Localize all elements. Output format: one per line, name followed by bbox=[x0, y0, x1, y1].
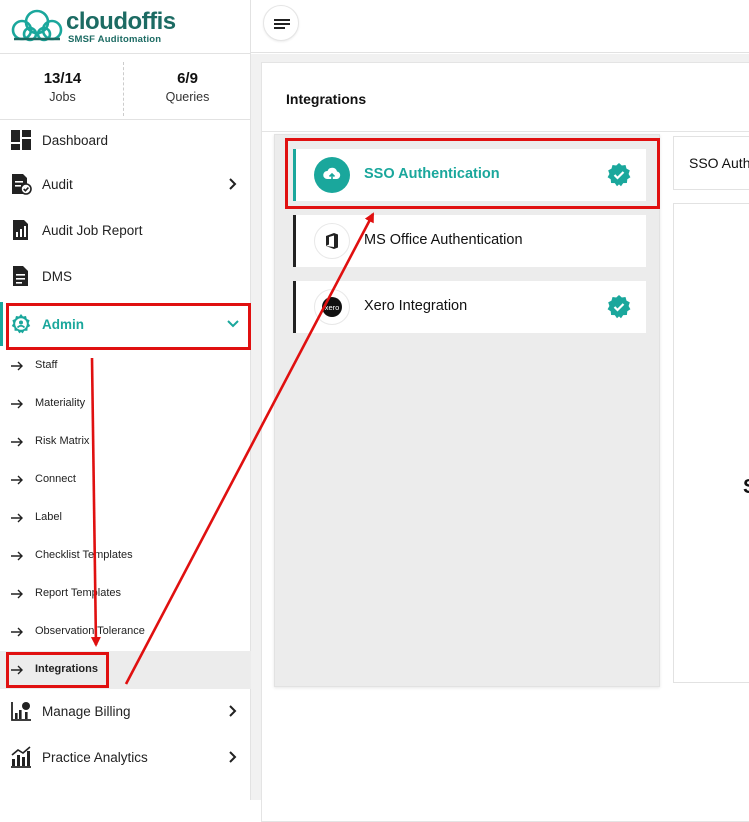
integration-label: Xero Integration bbox=[364, 298, 468, 314]
detail-body-text: S bbox=[743, 476, 749, 499]
sidebar-subitem-checklist-templates[interactable]: Checklist Templates bbox=[0, 537, 251, 575]
sidebar-subitem-observation-tolerance[interactable]: Observation Tolerance bbox=[0, 613, 251, 651]
dashboard-icon bbox=[11, 130, 31, 150]
sidebar-item-manage-billing[interactable]: Manage Billing bbox=[0, 689, 251, 733]
sidebar-subitem-label: Report Templates bbox=[35, 587, 122, 599]
sidebar-subitem-staff[interactable]: Staff bbox=[0, 347, 251, 385]
integrations-list: SSO Authentication MS Office Authenticat… bbox=[274, 134, 660, 687]
sso-icon-circle bbox=[314, 157, 350, 193]
verified-badge-icon bbox=[607, 295, 631, 319]
sidebar-subitem-label[interactable]: Label bbox=[0, 499, 251, 537]
office-icon bbox=[326, 233, 338, 249]
menu-toggle-button[interactable] bbox=[263, 5, 299, 41]
xero-icon-circle: xero bbox=[314, 289, 350, 325]
stat-jobs[interactable]: 13/14 Jobs bbox=[0, 70, 125, 104]
stats-bar: 13/14 Jobs 6/9 Queries bbox=[0, 54, 251, 120]
stat-value: 13/14 bbox=[43, 70, 82, 87]
sidebar-subitem-label: Materiality bbox=[35, 397, 86, 409]
sidebar-subitem-integrations[interactable]: Integrations bbox=[0, 651, 251, 689]
sidebar-subitem-label: Connect bbox=[35, 473, 76, 485]
integration-ms-office[interactable]: MS Office Authentication bbox=[293, 215, 646, 267]
sidebar-subitem-label: Checklist Templates bbox=[35, 549, 133, 561]
sidebar-item-label: Practice Analytics bbox=[42, 749, 148, 765]
analytics-icon bbox=[11, 746, 31, 768]
chevron-right-icon bbox=[229, 178, 237, 190]
office-icon-circle bbox=[314, 223, 350, 259]
sidebar-item-label: Admin bbox=[42, 316, 84, 332]
sidebar-subitem-label: Staff bbox=[35, 359, 58, 371]
sidebar-subitem-label: Risk Matrix bbox=[35, 435, 90, 447]
stat-label: Jobs bbox=[49, 90, 76, 104]
document-icon bbox=[13, 266, 28, 286]
stat-divider bbox=[123, 62, 124, 116]
integration-label: MS Office Authentication bbox=[364, 232, 523, 248]
sidebar-item-label: Manage Billing bbox=[42, 703, 131, 719]
integration-sso[interactable]: SSO Authentication bbox=[293, 149, 646, 201]
menu-icon-line bbox=[274, 19, 290, 21]
arrow-right-icon bbox=[11, 399, 23, 409]
sidebar-item-audit-job-report[interactable]: Audit Job Report bbox=[0, 208, 251, 252]
arrow-right-icon bbox=[11, 437, 23, 447]
sidebar-item-label: Audit bbox=[42, 176, 73, 192]
top-header bbox=[251, 0, 749, 53]
sidebar-item-label: Audit Job Report bbox=[42, 222, 143, 238]
sidebar-item-dashboard[interactable]: Dashboard bbox=[0, 118, 251, 162]
sidebar-item-label: DMS bbox=[42, 268, 72, 284]
chevron-down-icon bbox=[227, 320, 239, 328]
billing-icon bbox=[11, 702, 31, 721]
sidebar-item-label: Dashboard bbox=[42, 132, 109, 148]
detail-title: SSO Auth bbox=[689, 155, 749, 171]
sidebar-item-audit[interactable]: Audit bbox=[0, 162, 251, 206]
cloud-logo-icon bbox=[11, 9, 63, 42]
report-icon bbox=[13, 220, 28, 240]
sidebar-subitem-label: Observation Tolerance bbox=[35, 625, 145, 637]
arrow-right-icon bbox=[11, 551, 23, 561]
sidebar-subitem-risk-matrix[interactable]: Risk Matrix bbox=[0, 423, 251, 461]
stat-value: 6/9 bbox=[177, 70, 198, 87]
sidebar-subitem-report-templates[interactable]: Report Templates bbox=[0, 575, 251, 613]
verified-badge-icon bbox=[607, 163, 631, 187]
arrow-right-icon bbox=[11, 665, 23, 675]
stat-queries[interactable]: 6/9 Queries bbox=[125, 70, 250, 104]
audit-icon bbox=[12, 174, 32, 195]
arrow-right-icon bbox=[11, 475, 23, 485]
xero-icon: xero bbox=[322, 297, 342, 317]
svg-text:xero: xero bbox=[325, 303, 340, 312]
chevron-right-icon bbox=[229, 751, 237, 763]
brand-name: cloudoffis bbox=[66, 8, 176, 35]
detail-header: SSO Auth bbox=[673, 136, 749, 190]
divider bbox=[262, 131, 749, 132]
brand-tagline: SMSF Auditomation bbox=[68, 34, 162, 45]
page-title: Integrations bbox=[286, 91, 367, 107]
sidebar-item-admin[interactable]: Admin bbox=[0, 302, 251, 346]
sidebar-subitem-connect[interactable]: Connect bbox=[0, 461, 251, 499]
admin-icon bbox=[11, 314, 31, 334]
brand-logo[interactable]: cloudoffis SMSF Auditomation bbox=[10, 6, 176, 46]
menu-icon-line bbox=[274, 23, 290, 25]
chevron-right-icon bbox=[229, 705, 237, 717]
detail-body: S bbox=[673, 203, 749, 683]
integration-label: SSO Authentication bbox=[364, 166, 500, 182]
sidebar: cloudoffis SMSF Auditomation 13/14 Jobs … bbox=[0, 0, 251, 800]
cloud-upload-icon bbox=[323, 167, 341, 181]
stat-label: Queries bbox=[165, 90, 210, 104]
integration-xero[interactable]: xero Xero Integration bbox=[293, 281, 646, 333]
sidebar-subitem-label-text: Label bbox=[35, 511, 62, 523]
arrow-right-icon bbox=[11, 361, 23, 371]
arrow-right-icon bbox=[11, 513, 23, 523]
sidebar-subitem-label: Integrations bbox=[35, 663, 98, 675]
menu-icon-line bbox=[274, 27, 285, 29]
sidebar-item-practice-analytics[interactable]: Practice Analytics bbox=[0, 735, 251, 779]
sidebar-subitem-materiality[interactable]: Materiality bbox=[0, 385, 251, 423]
arrow-right-icon bbox=[11, 589, 23, 599]
sidebar-item-dms[interactable]: DMS bbox=[0, 254, 251, 298]
arrow-right-icon bbox=[11, 627, 23, 637]
